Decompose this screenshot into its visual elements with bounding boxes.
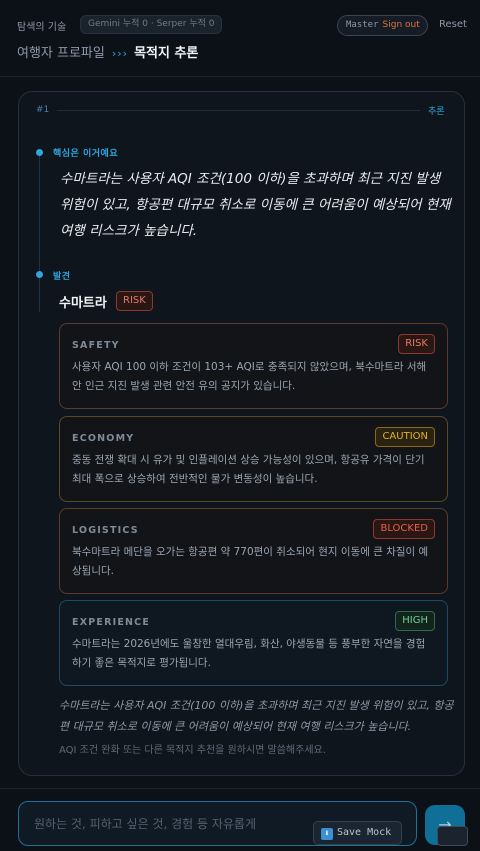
- discovery-label: 발견: [53, 272, 71, 282]
- finding-badge: HIGH: [395, 611, 435, 631]
- breadcrumb: 여행자 프로파일 ››› 목적지 추론: [17, 42, 198, 61]
- reset-button[interactable]: Reset: [439, 19, 467, 30]
- header-divider: [0, 76, 480, 77]
- finding-category: LOGISTICS: [72, 525, 139, 536]
- finding-badge: RISK: [398, 334, 435, 354]
- usage-counter: Gemini 누적 0 · Serper 누적 0: [80, 15, 223, 34]
- user-pill: Master Sign out: [337, 15, 428, 36]
- sign-out-link[interactable]: Sign out: [383, 20, 420, 30]
- finding-category: EXPERIENCE: [72, 617, 151, 628]
- timeline-dot-core: [36, 149, 43, 156]
- save-mock-label: Save Mock: [337, 827, 392, 838]
- card-number: #1: [36, 105, 50, 115]
- timeline-line: [39, 152, 40, 312]
- finding-badge: CAUTION: [375, 427, 435, 447]
- app-brand: 탐색의 기술: [17, 22, 67, 33]
- breadcrumb-profile[interactable]: 여행자 프로파일: [17, 46, 105, 61]
- save-mock-button[interactable]: ⬇ Save Mock: [313, 821, 402, 845]
- finding-category: ECONOMY: [72, 433, 135, 444]
- followup-text: AQI 조건 완화 또는 다른 목적지 추천을 원하시면 말씀해주세요.: [59, 745, 326, 756]
- finding-category: SAFETY: [72, 340, 120, 351]
- finding-safety: SAFETY RISK 사용자 AQI 100 이하 조건이 103+ AQI로…: [59, 323, 448, 409]
- user-name: Master: [346, 20, 379, 30]
- breadcrumb-separator: ›››: [111, 47, 129, 60]
- finding-text: 북수마트라 메단을 오가는 항공편 약 770편이 취소되어 현지 이동에 큰 …: [72, 546, 429, 577]
- composer-divider: [0, 788, 480, 789]
- card-header-line: [57, 110, 420, 111]
- finding-badge: BLOCKED: [373, 519, 435, 539]
- place-status-badge: RISK: [116, 291, 153, 311]
- breadcrumb-current: 목적지 추론: [134, 46, 199, 61]
- finding-text: 사용자 AQI 100 이하 조건이 103+ AQI로 충족되지 않았으며, …: [72, 361, 427, 392]
- top-bar: 탐색의 기술 Gemini 누적 0 · Serper 누적 0 Master S…: [0, 0, 480, 78]
- download-icon: ⬇: [321, 828, 333, 840]
- place-name: 수마트라: [59, 296, 107, 311]
- inference-card: #1 추론 핵심은 이거예요 수마트라는 사용자 AQI 조건(100 이하)을…: [18, 91, 465, 776]
- finding-experience: EXPERIENCE HIGH 수마트라는 2026년에도 울창한 열대우림, …: [59, 600, 448, 686]
- core-label: 핵심은 이거예요: [53, 149, 119, 159]
- finding-economy: ECONOMY CAUTION 중동 전쟁 확대 시 유가 및 인플레이션 상승…: [59, 416, 448, 502]
- finding-text: 중동 전쟁 확대 시 유가 및 인플레이션 상승 가능성이 있으며, 항공유 가…: [72, 454, 425, 485]
- card-label: 추론: [428, 107, 445, 117]
- finding-logistics: LOGISTICS BLOCKED 북수마트라 메단을 오가는 항공편 약 77…: [59, 508, 448, 594]
- summary-text: 수마트라는 사용자 AQI 조건(100 이하)을 초과하며 최근 지진 발생 …: [59, 699, 454, 733]
- finding-text: 수마트라는 2026년에도 울창한 열대우림, 화산, 야생동물 등 풍부한 자…: [72, 638, 426, 669]
- core-text: 수마트라는 사용자 AQI 조건(100 이하)을 초과하며 최근 지진 발생 …: [60, 171, 451, 239]
- overlay-handle[interactable]: [437, 826, 468, 846]
- timeline-dot-discovery: [36, 271, 43, 278]
